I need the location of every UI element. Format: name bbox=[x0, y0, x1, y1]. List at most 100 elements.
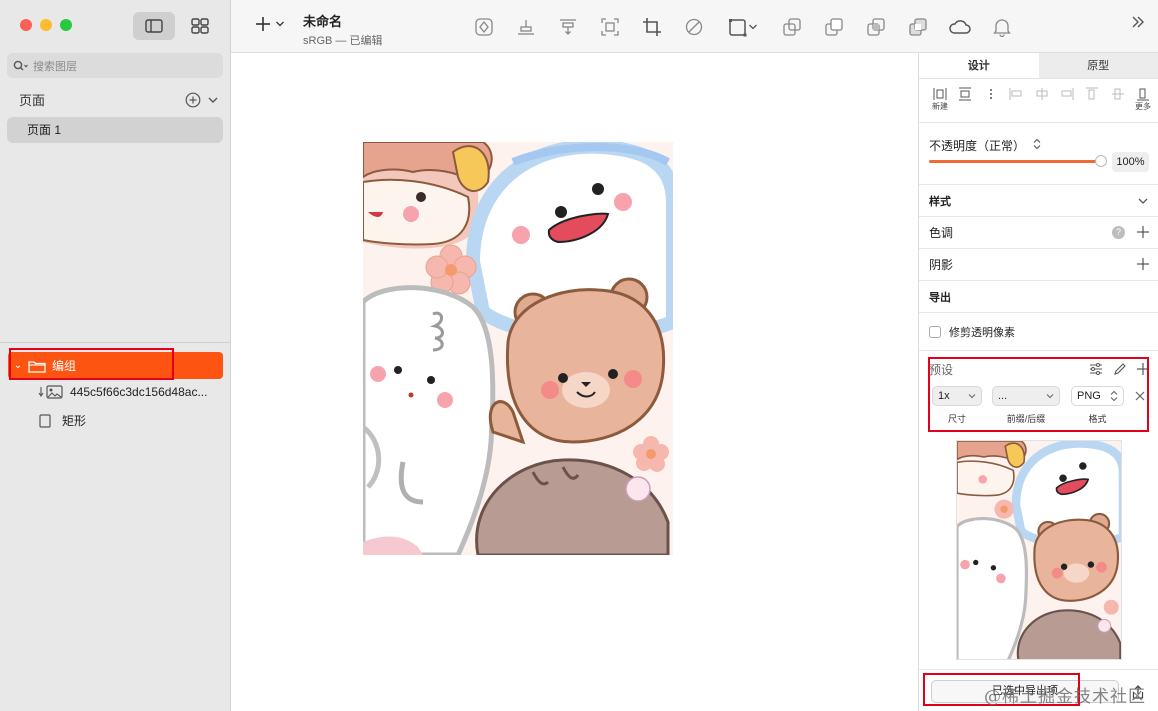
document-name: 未命名 bbox=[303, 14, 343, 29]
frame-button[interactable] bbox=[597, 14, 623, 40]
rectangle-layer-icon bbox=[39, 413, 51, 428]
crop-button[interactable] bbox=[639, 14, 665, 40]
tab-prototype[interactable]: 原型 bbox=[1038, 53, 1158, 78]
union-icon bbox=[783, 18, 801, 36]
scale-button[interactable] bbox=[723, 14, 763, 40]
sidebar-view-toggle bbox=[133, 12, 221, 40]
chevron-down-icon[interactable] bbox=[207, 95, 219, 105]
insert-button[interactable] bbox=[255, 16, 285, 32]
cloud-button[interactable] bbox=[947, 14, 973, 40]
align-bottom-button[interactable] bbox=[513, 14, 539, 40]
style-section-header[interactable]: 样式 bbox=[919, 192, 1158, 210]
intersect-button[interactable] bbox=[863, 14, 889, 40]
more-dots-button[interactable] bbox=[980, 87, 1002, 112]
mask-icon bbox=[685, 18, 703, 36]
symbol-button[interactable] bbox=[471, 14, 497, 40]
sidebar-icon bbox=[145, 19, 163, 33]
layer-image-label: 445c5f66c3dc156d48ac... bbox=[70, 385, 208, 399]
opacity-slider-knob[interactable] bbox=[1095, 155, 1107, 167]
align-top-button[interactable] bbox=[555, 14, 581, 40]
up-down-chevron-icon bbox=[1033, 138, 1041, 150]
trim-transparent-label: 修剪透明像素 bbox=[949, 327, 1015, 339]
add-tint-icon[interactable] bbox=[1137, 226, 1149, 238]
layer-row-image[interactable]: 445c5f66c3dc156d48ac... bbox=[38, 385, 207, 399]
frame-icon bbox=[601, 18, 619, 36]
add-shadow-icon[interactable] bbox=[1137, 258, 1149, 270]
watermark: @稀土掘金技术社区 bbox=[984, 687, 1146, 707]
help-icon[interactable]: ? bbox=[1112, 225, 1125, 239]
distribute-horizontal-icon bbox=[933, 88, 947, 100]
divider bbox=[919, 122, 1158, 123]
intersect-icon bbox=[867, 18, 885, 36]
expand-icon[interactable] bbox=[1130, 14, 1146, 30]
close-window-button[interactable] bbox=[20, 19, 32, 31]
divider bbox=[919, 184, 1158, 185]
align-top-button[interactable] bbox=[1081, 87, 1103, 112]
layer-row-rectangle[interactable]: 矩形 bbox=[38, 412, 86, 429]
minimize-window-button[interactable] bbox=[40, 19, 52, 31]
layer-rectangle-label: 矩形 bbox=[62, 414, 87, 428]
trim-transparent-row[interactable]: 修剪透明像素 bbox=[919, 323, 1158, 341]
align-label-more: 更多 bbox=[1135, 102, 1151, 111]
divider bbox=[919, 216, 1158, 217]
union-button[interactable] bbox=[779, 14, 805, 40]
opacity-label-text: 不透明度（正常） bbox=[929, 139, 1026, 153]
align-top-icon bbox=[560, 19, 576, 35]
highlight-box-group bbox=[9, 348, 174, 380]
document-status: sRGB — 已编辑 bbox=[303, 35, 383, 47]
opacity-slider-track[interactable] bbox=[929, 160, 1103, 163]
subtract-button[interactable] bbox=[821, 14, 847, 40]
difference-button[interactable] bbox=[905, 14, 931, 40]
align-center-horizontal-icon bbox=[1036, 88, 1047, 100]
shadow-label: 阴影 bbox=[929, 257, 954, 272]
document-title: 未命名 sRGB — 已编辑 bbox=[303, 11, 382, 48]
notifications-button[interactable] bbox=[989, 14, 1015, 40]
chevron-down-icon bbox=[1138, 198, 1148, 204]
top-toolbar: 未命名 sRGB — 已编辑 bbox=[231, 0, 1158, 53]
inspector-tabs: 设计 原型 bbox=[919, 53, 1158, 79]
page-item[interactable]: 页面 1 bbox=[7, 117, 223, 143]
search-placeholder: 搜索图层 bbox=[33, 60, 77, 73]
layer-search-input[interactable]: 搜索图层 bbox=[7, 53, 223, 78]
align-bottom-icon bbox=[1137, 88, 1149, 101]
components-view-button[interactable] bbox=[179, 12, 221, 40]
divider bbox=[919, 248, 1158, 249]
add-page-icon[interactable] bbox=[185, 92, 201, 108]
search-icon bbox=[13, 60, 28, 70]
align-right-button[interactable] bbox=[1056, 87, 1078, 112]
divider bbox=[919, 350, 1158, 351]
toolbar-overflow bbox=[1130, 14, 1146, 30]
tint-label: 色调 bbox=[929, 225, 954, 240]
design-canvas[interactable] bbox=[231, 54, 918, 711]
align-left-icon bbox=[1009, 88, 1022, 100]
scale-icon bbox=[729, 19, 747, 37]
export-preview bbox=[956, 440, 1122, 660]
align-bottom-icon bbox=[518, 20, 534, 35]
distribute-vertical-icon bbox=[959, 87, 972, 101]
chevron-down-icon bbox=[276, 21, 284, 27]
mask-button[interactable] bbox=[681, 14, 707, 40]
toolbar-tools bbox=[471, 14, 1031, 40]
layers-view-button[interactable] bbox=[133, 12, 175, 40]
trim-transparent-checkbox[interactable] bbox=[929, 326, 941, 338]
zoom-window-button[interactable] bbox=[60, 19, 72, 31]
export-section-header: 导出 bbox=[919, 288, 1158, 306]
artwork-image[interactable] bbox=[363, 142, 673, 555]
align-left-button[interactable] bbox=[1005, 87, 1027, 112]
export-section-label: 导出 bbox=[929, 292, 951, 304]
align-top-icon bbox=[1086, 87, 1099, 100]
alignment-toolbar: 新建 更多 bbox=[929, 87, 1154, 112]
tint-row: 色调 ? bbox=[919, 223, 1158, 241]
bell-icon bbox=[993, 19, 1011, 37]
style-section-label: 样式 bbox=[929, 196, 951, 208]
align-distribute-h-button[interactable]: 新建 bbox=[929, 87, 951, 112]
align-center-h-button[interactable] bbox=[1031, 87, 1053, 112]
opacity-label[interactable]: 不透明度（正常） bbox=[929, 137, 1042, 154]
align-more-button[interactable]: 更多 bbox=[1132, 87, 1154, 112]
align-center-v-button[interactable] bbox=[1107, 87, 1129, 112]
tab-design[interactable]: 设计 bbox=[919, 53, 1039, 78]
align-distribute-v-button[interactable] bbox=[954, 87, 976, 112]
opacity-value-field[interactable]: 100% bbox=[1112, 152, 1149, 172]
vertical-dots-icon bbox=[989, 89, 992, 99]
highlight-box-preset bbox=[928, 357, 1149, 432]
